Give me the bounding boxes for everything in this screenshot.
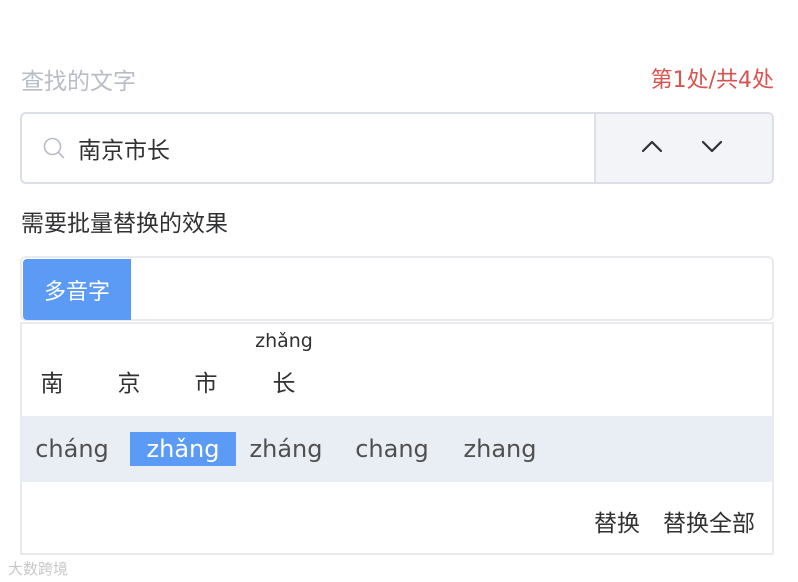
watermark: 大数跨境 (8, 560, 69, 578)
char-pinyin: zhǎng (255, 330, 313, 352)
chevron-down-icon (700, 138, 724, 158)
tab-polyphonic[interactable]: 多音字 (23, 259, 131, 320)
search-icon (42, 136, 66, 160)
char-cell: 京 (109, 364, 149, 398)
char-glyph: 市 (194, 371, 218, 397)
previous-match-button[interactable] (634, 132, 670, 164)
replace-all-button[interactable]: 替换全部 (663, 504, 755, 538)
char-glyph: 京 (117, 371, 141, 397)
pinyin-option[interactable]: cháng (24, 432, 120, 466)
char-cell[interactable]: zhǎng 长 (255, 330, 313, 398)
next-match-button[interactable] (694, 132, 730, 164)
pinyin-option[interactable]: zháng (238, 432, 334, 466)
preview-panel: 南 京 市 zhǎng 长 cháng zhǎng zháng chang zh… (20, 322, 774, 555)
char-glyph: 长 (272, 371, 296, 397)
tab-bar: 多音字 (20, 256, 774, 321)
match-status: 第1处/共4处 (650, 68, 774, 93)
pinyin-option-selected[interactable]: zhǎng (130, 432, 236, 466)
char-cell: 南 (32, 364, 72, 398)
search-box (20, 112, 774, 184)
char-cell: 市 (186, 364, 226, 398)
pinyin-option[interactable]: chang (344, 432, 440, 466)
char-glyph: 南 (40, 371, 64, 397)
search-input[interactable] (78, 114, 588, 182)
match-navigation (594, 114, 772, 182)
find-label: 查找的文字 (21, 69, 136, 95)
chevron-up-icon (640, 138, 664, 158)
replace-button[interactable]: 替换 (594, 504, 640, 538)
pinyin-candidate-bar: cháng zhǎng zháng chang zhang (22, 416, 772, 482)
replace-effect-label: 需要批量替换的效果 (21, 211, 228, 237)
pinyin-option[interactable]: zhang (452, 432, 548, 466)
